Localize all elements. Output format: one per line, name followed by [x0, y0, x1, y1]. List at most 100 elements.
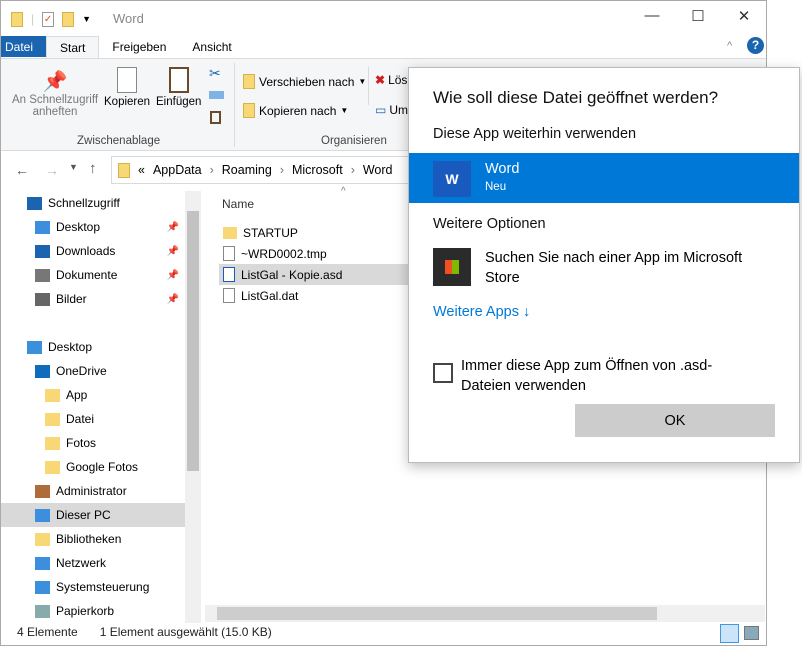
nav-item-label: Papierkorb — [56, 604, 115, 618]
breadcrumb-microsoft[interactable]: Microsoft — [292, 163, 343, 177]
delete-button[interactable]: ✖ Lös — [375, 73, 407, 87]
sort-indicator-icon: ^ — [341, 186, 346, 197]
nav-item[interactable]: Dieser PC — [1, 503, 185, 527]
copy-to-button[interactable]: Kopieren nach ▼ — [243, 103, 348, 118]
nav-item-label: Desktop — [48, 340, 93, 354]
pc-icon — [35, 508, 50, 522]
more-options-heading: Weitere Optionen — [433, 216, 546, 232]
nav-item[interactable]: Papierkorb — [1, 599, 185, 623]
large-icons-view-button[interactable] — [744, 626, 759, 640]
group-organize-label: Organisieren — [321, 135, 387, 147]
cut-icon[interactable]: ✂ — [209, 65, 221, 82]
tab-ansicht[interactable]: Ansicht — [179, 36, 244, 59]
more-apps-link[interactable]: Weitere Apps ↓ — [433, 304, 530, 320]
column-header-name[interactable]: Name — [222, 197, 254, 211]
close-button[interactable]: ✕ — [729, 7, 759, 25]
scroll-thumb[interactable] — [217, 607, 657, 620]
file-icon — [223, 246, 235, 261]
pictures-icon — [35, 292, 50, 306]
tab-datei[interactable]: Datei — [1, 36, 47, 57]
nav-item-label: Downloads — [56, 244, 116, 258]
tab-start[interactable]: Start — [46, 36, 100, 59]
divider — [368, 67, 369, 105]
horizontal-scrollbar[interactable] — [205, 605, 765, 622]
back-button[interactable]: ← — [15, 162, 29, 178]
nav-item[interactable]: Dokumente 📌 — [1, 263, 185, 287]
breadcrumb-roaming[interactable]: Roaming — [222, 163, 272, 177]
minimize-button[interactable]: — — [637, 7, 667, 24]
nav-item[interactable]: Downloads 📌 — [1, 239, 185, 263]
recent-dropdown[interactable]: ▼ — [69, 162, 78, 172]
copy-button[interactable]: Kopieren — [104, 67, 150, 108]
nav-item-label: Systemsteuerung — [56, 580, 150, 594]
folder-icon — [45, 388, 60, 402]
always-use-checkbox[interactable] — [433, 363, 453, 383]
nav-item[interactable] — [1, 311, 185, 335]
app-subtitle: Neu — [485, 181, 507, 193]
ok-button[interactable]: OK — [575, 404, 775, 437]
nav-item-label: Dokumente — [56, 268, 118, 282]
new-folder-icon[interactable] — [62, 11, 75, 27]
up-button[interactable]: ↑ — [89, 160, 97, 177]
file-row[interactable]: ListGal.dat — [219, 285, 409, 306]
pin-quick-access-button[interactable]: 📌 An Schnellzugriff anheften — [9, 69, 101, 118]
nav-item[interactable]: Systemsteuerung — [1, 575, 185, 599]
properties-icon[interactable]: ✓ — [42, 11, 55, 27]
nav-item[interactable]: Bibliotheken — [1, 527, 185, 551]
tab-freigeben[interactable]: Freigeben — [99, 36, 179, 59]
nav-item[interactable]: Administrator — [1, 479, 185, 503]
file-row[interactable]: STARTUP — [219, 222, 409, 243]
breadcrumb-word[interactable]: Word — [363, 163, 393, 177]
paste-shortcut-icon[interactable] — [210, 111, 221, 124]
nav-item[interactable]: Netzwerk — [1, 551, 185, 575]
nav-item-label: Netzwerk — [56, 556, 107, 570]
file-icon — [223, 288, 235, 303]
forward-button[interactable]: → — [45, 162, 59, 178]
nav-item[interactable]: Desktop — [1, 335, 185, 359]
file-name: ListGal - Kopie.asd — [241, 267, 343, 282]
copy-path-icon[interactable] — [209, 91, 224, 99]
file-name: ~WRD0002.tmp — [241, 246, 327, 261]
file-row[interactable]: ~WRD0002.tmp — [219, 243, 409, 264]
customize-dropdown-icon[interactable]: ▼ — [82, 14, 91, 24]
nav-item[interactable]: Datei — [1, 407, 185, 431]
cloud-icon — [35, 364, 50, 378]
nav-item[interactable]: Schnellzugriff — [1, 191, 185, 215]
nav-item[interactable]: Google Fotos — [1, 455, 185, 479]
app-option-word[interactable]: W Word Neu — [409, 153, 799, 203]
quick-access-toolbar: | ✓ ▼ — [11, 9, 91, 29]
pin-icon: 📌 — [42, 71, 68, 93]
maximize-button[interactable]: ☐ — [683, 7, 713, 25]
nav-item[interactable]: Desktop 📌 — [1, 215, 185, 239]
breadcrumb-appdata[interactable]: AppData — [153, 163, 202, 177]
status-bar: 4 Elemente 1 Element ausgewählt (15.0 KB… — [17, 625, 272, 639]
docs-icon — [35, 268, 50, 282]
folder-icon — [35, 532, 50, 546]
folder-icon — [223, 226, 237, 239]
store-icon[interactable] — [433, 248, 471, 286]
store-search-option[interactable]: Suchen Sie nach einer App im Microsoft S… — [485, 248, 775, 288]
paste-button[interactable]: Einfügen — [156, 67, 201, 108]
ribbon-tabs: Datei Start Freigeben Ansicht — [1, 36, 766, 59]
nav-item[interactable]: Fotos — [1, 431, 185, 455]
nav-item[interactable]: App — [1, 383, 185, 407]
pin-icon: 📌 — [166, 269, 179, 281]
folder-icon — [11, 11, 23, 27]
rename-button[interactable]: ▭ Um — [375, 103, 408, 117]
window-title: Word — [113, 11, 144, 26]
move-folder-icon — [243, 74, 255, 89]
nav-item[interactable]: OneDrive — [1, 359, 185, 383]
folder-icon — [45, 460, 60, 474]
control-icon — [35, 580, 50, 594]
nav-scrollbar[interactable] — [185, 191, 201, 623]
desktop-icon — [35, 220, 50, 234]
nav-item-label: Bibliotheken — [56, 532, 122, 546]
nav-item[interactable]: Bilder 📌 — [1, 287, 185, 311]
file-row[interactable]: ListGal - Kopie.asd — [219, 264, 409, 285]
move-to-button[interactable]: Verschieben nach ▼ — [243, 74, 366, 89]
always-use-label[interactable]: Immer diese App zum Öffnen von .asd-Date… — [461, 356, 761, 396]
group-clipboard-label: Zwischenablage — [77, 135, 161, 147]
details-view-button[interactable] — [720, 624, 739, 643]
app-name: Word — [485, 161, 520, 177]
scroll-thumb[interactable] — [187, 211, 199, 471]
